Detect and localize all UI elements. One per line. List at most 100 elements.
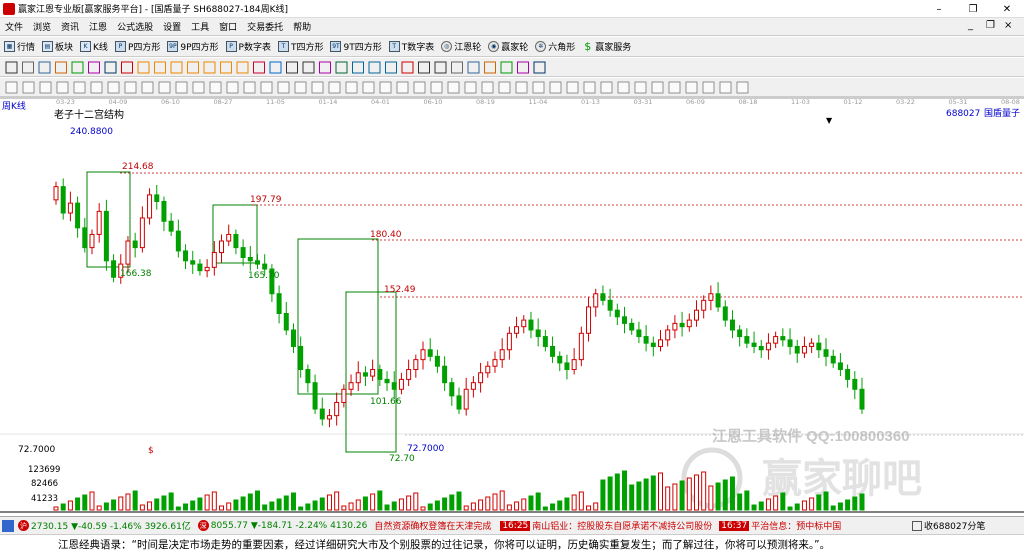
volume-bar [305, 503, 311, 511]
kline-icon: K [80, 41, 92, 52]
sh-index-segment[interactable]: 沪 2730.15 ▼-40.59 -1.46% 3926.61亿 [0, 519, 191, 532]
menu-tools[interactable]: 工具 [186, 20, 214, 33]
maximize-button[interactable]: ❐ [956, 0, 990, 18]
news-ticker-1[interactable]: 自然资源确权登簿在天津完成 [372, 519, 494, 532]
news-ticker-2[interactable]: 南山铝业：控股股东自愿承诺不减持公司股份 [532, 519, 712, 532]
candle-body [744, 336, 750, 344]
menu-browse[interactable]: 浏览 [28, 20, 56, 33]
volume-bar [226, 502, 232, 511]
candle-body [837, 362, 843, 371]
candle-body [679, 322, 685, 328]
toolbar-kline-button[interactable]: K K线 [80, 40, 108, 53]
volume-bar [154, 498, 160, 511]
candle-body [607, 299, 613, 311]
volume-bar [348, 502, 354, 511]
toolbar-p-square-label: P四方形 [127, 43, 161, 53]
candle-body [845, 369, 851, 380]
menu-window[interactable]: 窗口 [214, 20, 242, 33]
indicator-dropdown-icon[interactable]: ▼ [826, 116, 833, 125]
volume-bar [758, 501, 764, 511]
analysis-toolbar [0, 78, 1024, 97]
candle-body [809, 342, 815, 347]
menu-file[interactable]: 文件 [0, 20, 28, 33]
mdi-restore-button[interactable]: ❐ [986, 20, 995, 31]
close-button[interactable]: ✕ [990, 0, 1024, 18]
volume-bar [326, 494, 332, 511]
minimize-button[interactable]: – [922, 0, 956, 18]
candle-body [89, 233, 95, 249]
candle-body [219, 240, 225, 254]
app-logo-icon [3, 2, 15, 15]
toolbar-gann-wheel-label: 江恩轮 [454, 43, 482, 53]
9t-square-icon: 9T [330, 41, 342, 52]
candle-body [650, 342, 656, 347]
candle-body [528, 319, 534, 331]
toolbar-service-button[interactable]: $ 赢家服务 [582, 40, 631, 53]
toolbar-t-square-button[interactable]: T T四方形 [277, 40, 324, 53]
candle-body [686, 319, 692, 328]
left-axis-price: 72.7000 [18, 445, 55, 455]
kline-chart[interactable]: 03-23 04-09 06-10 08-27 11-05 01-14 04-01 06-10… [0, 97, 1024, 516]
toolbar-hexagon-button[interactable]: ✲ 六角形 [535, 40, 575, 53]
candle-body [290, 329, 296, 347]
toolbar-service-label: 赢家服务 [595, 43, 632, 53]
sh-index-text: 2730.15 ▼-40.59 -1.46% 3926.61亿 [31, 522, 191, 532]
watermark-bottom-text: 赢家聊吧 [762, 456, 922, 502]
volume-bar [118, 496, 124, 511]
candle-body [427, 349, 433, 357]
analysis-tools-icons[interactable] [0, 78, 1024, 97]
candle-body [830, 355, 836, 364]
date-tick-label: 04-01 [371, 98, 390, 106]
toolbar-t-table-button[interactable]: T T数字表 [388, 40, 435, 53]
candle-body [305, 369, 311, 384]
news-ticker-3[interactable]: 平治信息：预中标中国 [751, 519, 841, 532]
sz-index-segment[interactable]: 深 8055.77 ▼-184.71 -2.24% 4130.26 [196, 520, 367, 531]
candle-body [183, 250, 189, 262]
candle-body [255, 260, 260, 265]
toolbar-9t-square-button[interactable]: 9T 9T四方形 [330, 40, 382, 53]
volume-bar [521, 498, 527, 511]
candle-body [514, 326, 520, 334]
toolbar-t-table-label: T数字表 [401, 43, 435, 53]
date-tick-label: 06-10 [161, 98, 180, 106]
toolbar-p-table-label: P数字表 [238, 43, 271, 53]
drawing-tools-icons[interactable] [0, 58, 1024, 77]
candle-body [506, 332, 512, 351]
toolbar-sectors-button[interactable]: ▤ 板块 [42, 40, 73, 53]
kline-chart-panel[interactable]: 03-23 04-09 06-10 08-27 11-05 01-14 04-01 06-10… [0, 97, 1024, 516]
toolbar-winner-wheel-button[interactable]: ◉ 赢家轮 [488, 40, 528, 53]
dollar-icon: $ [584, 40, 592, 53]
hexagon-icon: ✲ [535, 41, 547, 52]
menu-help[interactable]: 帮助 [288, 20, 316, 33]
menu-settings[interactable]: 设置 [158, 20, 186, 33]
mdi-minimize-button[interactable]: _ [968, 20, 973, 31]
candle-body [478, 372, 484, 384]
toolbar-quotes-button[interactable]: ▦ 行情 [4, 40, 35, 53]
menu-trade[interactable]: 交易委托 [242, 20, 288, 33]
price-label: 214.68 [122, 162, 154, 172]
candle-body [398, 378, 404, 390]
toolbar-t-square-label: T四方形 [290, 43, 324, 53]
date-tick-label: 01-13 [581, 98, 600, 106]
candle-body [449, 382, 455, 397]
candle-body [722, 306, 728, 321]
volume-bar [276, 498, 282, 511]
price-label: 152.49 [384, 285, 416, 295]
toolbar-p-square-button[interactable]: P P四方形 [114, 40, 161, 53]
mdi-close-button[interactable]: × [1004, 20, 1012, 31]
volume-bar [852, 496, 858, 511]
volume-bar [233, 499, 239, 511]
menu-formula[interactable]: 公式选股 [112, 20, 158, 33]
toolbar-p-table-button[interactable]: P P数字表 [225, 40, 271, 53]
toolbar-9p-square-button[interactable]: 9P 9P四方形 [167, 40, 219, 53]
volume-bar [478, 499, 484, 511]
volume-bar [535, 492, 541, 511]
price-label: 72.70 [389, 454, 415, 464]
menu-gann[interactable]: 江恩 [84, 20, 112, 33]
toolbar-gann-wheel-button[interactable]: ◎ 江恩轮 [441, 40, 481, 53]
candle-body [622, 316, 628, 324]
volume-bar [636, 481, 642, 511]
tick-detail-segment[interactable]: 收688027分笔 [912, 519, 985, 532]
candle-body [341, 388, 347, 403]
menu-news[interactable]: 资讯 [56, 20, 84, 33]
